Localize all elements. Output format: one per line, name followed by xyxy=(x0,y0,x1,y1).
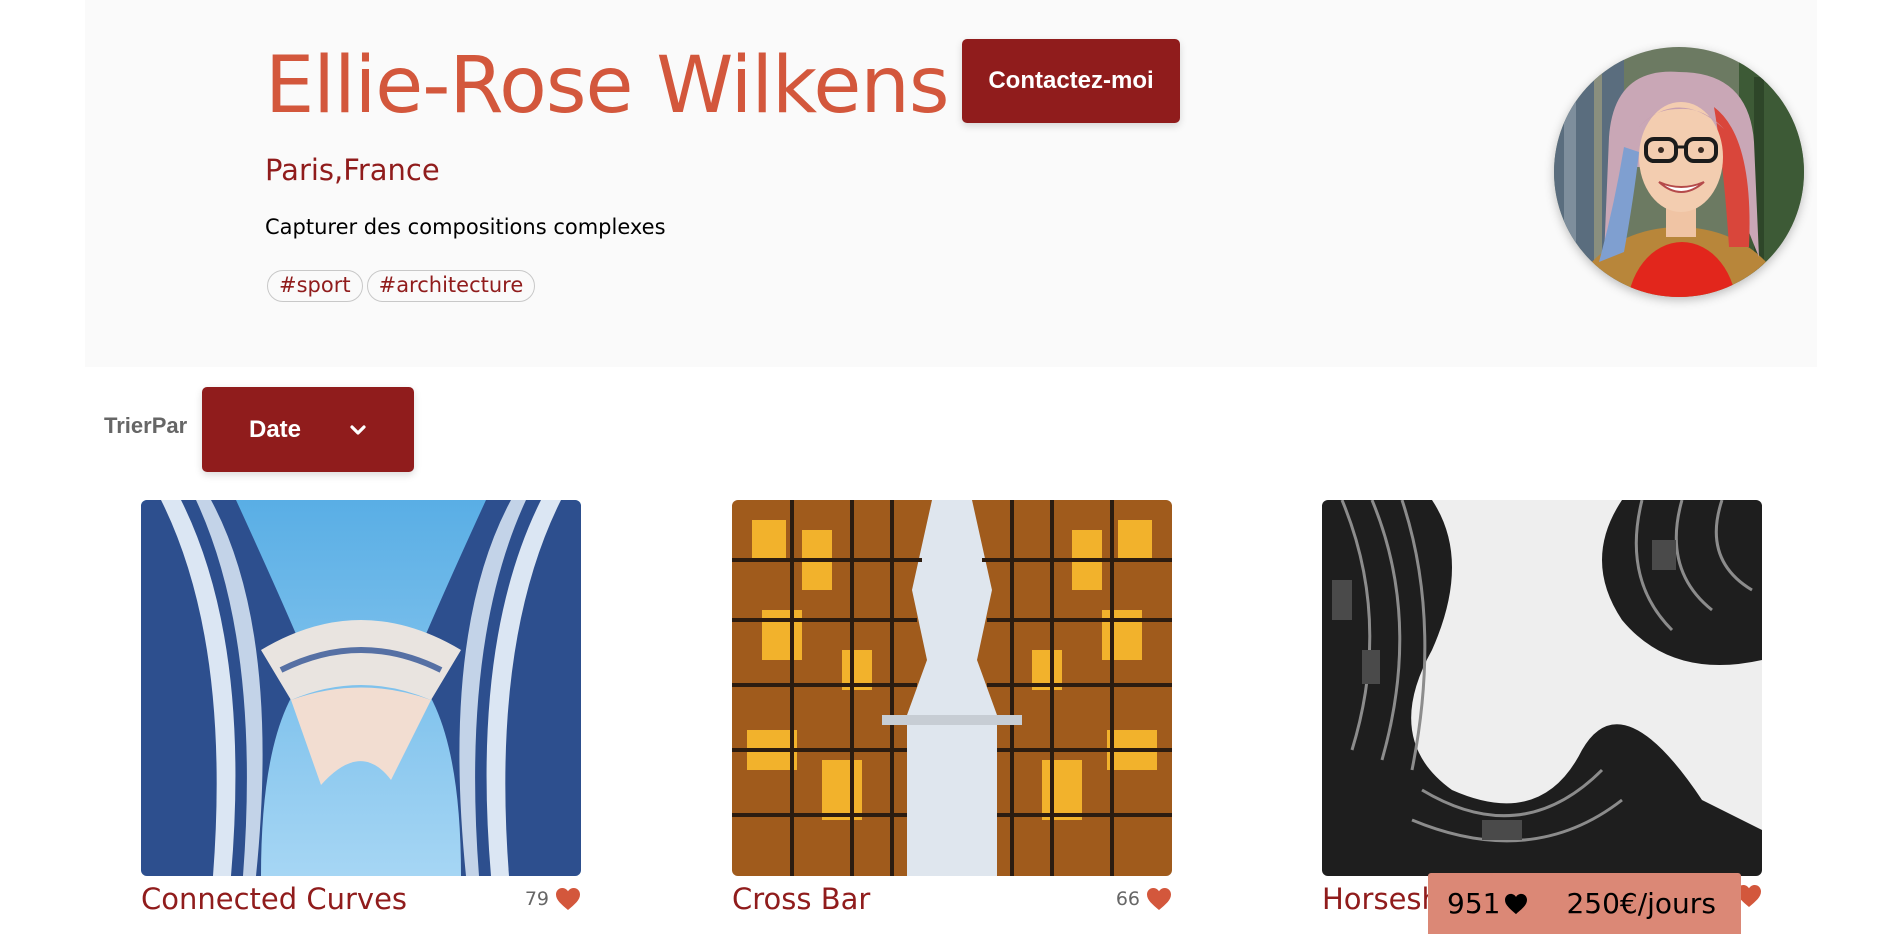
sort-label: TrierPar xyxy=(104,413,188,438)
media-thumbnail-horseshoe[interactable] xyxy=(1322,500,1762,876)
heart-icon[interactable] xyxy=(555,887,581,911)
stats-bar: 951 250€/jours xyxy=(1428,873,1741,934)
photographer-tagline: Capturer des compositions complexes xyxy=(265,215,666,239)
media-card: Connected Curves 79 xyxy=(141,500,581,916)
media-thumbnail-connected-curves[interactable] xyxy=(141,500,581,876)
chevron-down-icon xyxy=(350,425,366,435)
media-thumbnail-cross-bar[interactable] xyxy=(732,500,1172,876)
media-card: Horseshoe xyxy=(1322,500,1762,916)
photographer-header: Ellie-Rose Wilkens Contactez-moi Paris,F… xyxy=(85,0,1817,367)
media-likes: 66 xyxy=(1116,884,1172,914)
media-title: Cross Bar xyxy=(732,882,871,916)
daily-price: 250€/jours xyxy=(1566,887,1716,920)
total-likes: 951 xyxy=(1447,887,1528,920)
total-likes-count: 951 xyxy=(1447,887,1501,920)
heart-icon[interactable] xyxy=(1146,887,1172,911)
photographer-location: Paris,France xyxy=(265,153,440,187)
contact-button[interactable]: Contactez-moi xyxy=(962,39,1180,123)
heart-icon xyxy=(1505,893,1528,914)
media-title: Connected Curves xyxy=(141,882,408,916)
avatar-portrait xyxy=(1554,47,1804,297)
media-card: Cross Bar 66 xyxy=(732,500,1172,916)
media-meta: Connected Curves 79 xyxy=(141,880,581,924)
sort-selected-value: Date xyxy=(249,415,302,443)
like-count: 66 xyxy=(1115,888,1140,910)
sort-dropdown[interactable]: Date xyxy=(202,387,414,472)
media-meta: Cross Bar 66 xyxy=(732,880,1172,924)
media-likes: 79 xyxy=(525,884,581,914)
like-count: 79 xyxy=(524,888,549,910)
avatar xyxy=(1554,47,1804,297)
tag-sport[interactable]: #sport xyxy=(267,270,363,302)
photographer-name: Ellie-Rose Wilkens xyxy=(265,41,949,131)
tag-architecture[interactable]: #architecture xyxy=(366,270,536,302)
tag-list: #sport #architecture xyxy=(267,270,536,302)
